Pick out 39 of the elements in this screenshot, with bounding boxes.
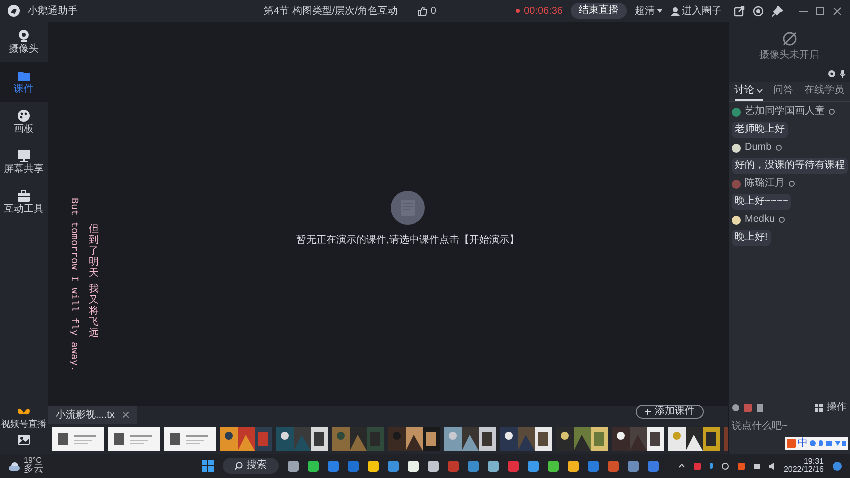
chat-tab[interactable]: 讨论 [734,82,762,101]
sidebar-item[interactable]: 课件 [0,62,48,102]
chat-message: 好的，没课的等待有课程 [732,158,848,174]
chat-author: Dumb [745,143,772,153]
chat-author: 陈璐江月 [745,179,785,189]
chat-tab[interactable]: 问答 [774,82,794,101]
clock-time: 19:31 [804,458,824,466]
chat-author: Medku [745,215,776,225]
empty-state-message: 暂无正在演示的课件,请选中课件点击【开始演示】 [296,234,520,248]
sidebar-item[interactable]: 摄像头 [0,22,48,62]
live-timer: 00:06:36 [524,4,563,18]
sidebar-item[interactable]: 画板 [0,102,48,142]
chat-message: 老师晚上好 [732,122,788,138]
camera-status: 摄像头未开启 [760,51,820,61]
clock-date: 2022/12/16 [784,466,824,474]
chat-author: 艺加同学国画人童 [745,107,825,117]
chat-input[interactable]: 说点什么吧~ [732,418,847,434]
lyric-line: 我又将飞远 [89,284,99,339]
chat-message: 晚上好! [732,230,771,246]
weather-condition: 多云 [24,465,44,475]
chat-message: 晚上好~~~~ [732,194,792,210]
end-live-button[interactable]: 结束直播 [571,3,627,19]
sidebar-item[interactable]: 屏幕共享 [0,142,48,182]
lyric-line: 但到了明天 [89,224,99,279]
operate-button[interactable]: 操作 [815,400,847,415]
enter-circle-button[interactable]: 进入圈子 [671,4,722,18]
chat-tab[interactable]: 在线学员 [804,82,844,101]
weather-temperature: 19°C [24,457,42,465]
add-courseware-button[interactable]: 添加课件 [636,405,704,419]
quality-dropdown[interactable]: 超清 [635,4,663,18]
app-title: 小鹅通助手 [28,4,78,18]
taskbar-search[interactable]: 搜索 [223,458,279,474]
file-tab[interactable]: 小流影视....tx [48,406,137,424]
sidebar-item[interactable]: 视频号直播 [0,408,48,430]
lyric-line: But tomorrow I will fly away. [67,198,80,372]
like-count: 0 [430,4,436,18]
ime-mode[interactable]: 中 [798,438,808,448]
lesson-title: 第4节 构图类型/层次/角色互动 [264,4,398,18]
sidebar-item[interactable]: 互动工具 [0,182,48,222]
